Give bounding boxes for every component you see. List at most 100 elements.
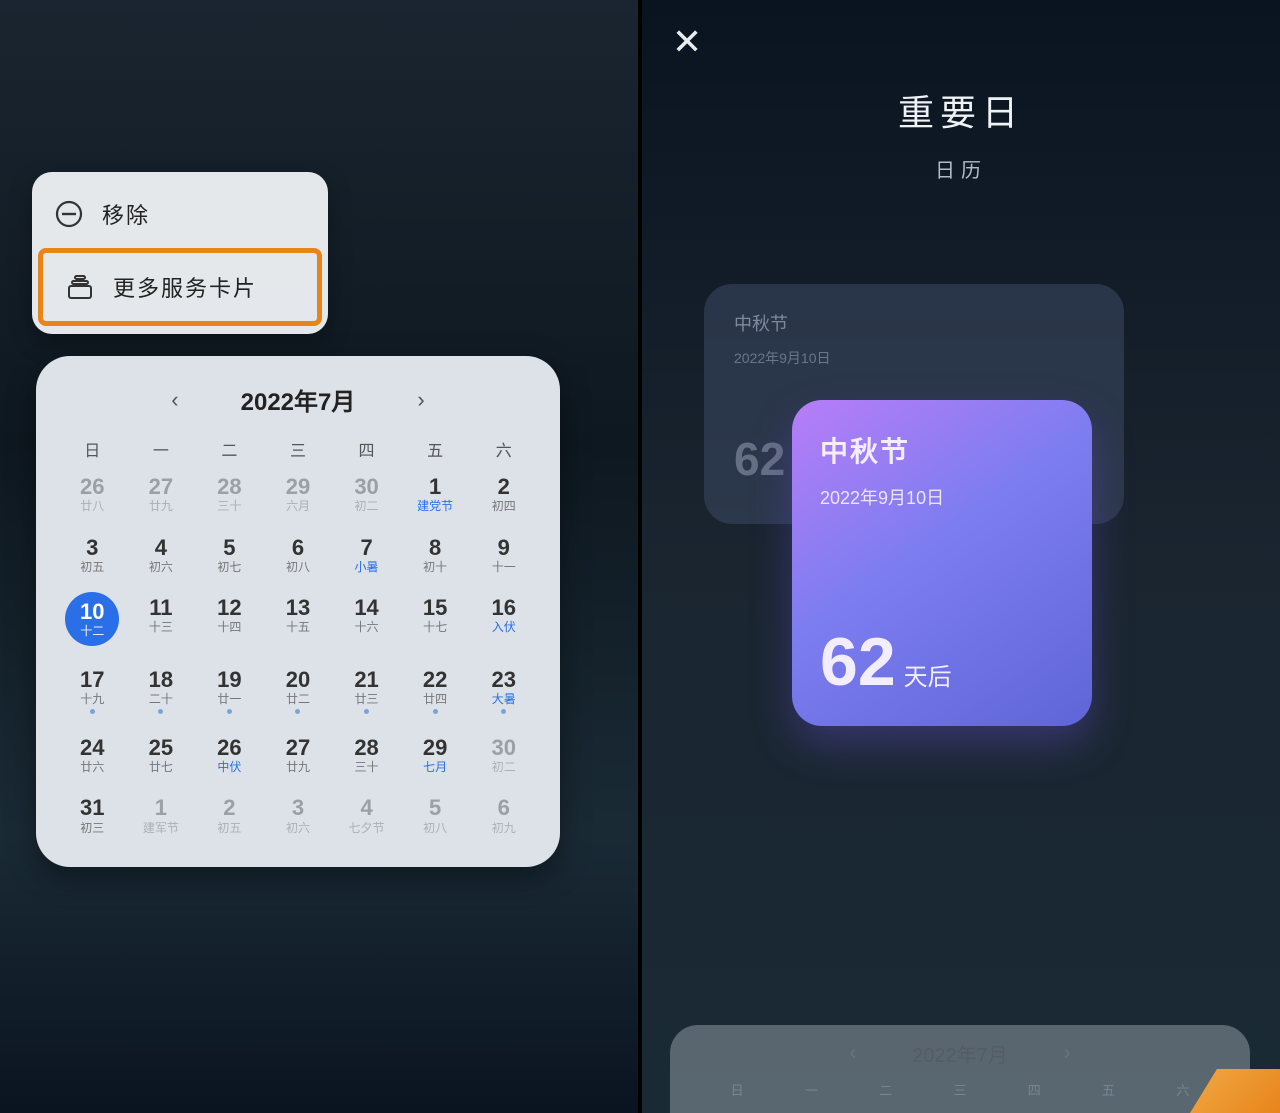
menu-item-remove[interactable]: 移除 bbox=[32, 180, 328, 248]
day-sublabel: 初三 bbox=[58, 821, 127, 835]
day-sublabel: 初五 bbox=[58, 560, 127, 574]
day-number: 29 bbox=[401, 736, 470, 760]
calendar-day[interactable]: 9十一 bbox=[469, 532, 538, 579]
day-sublabel: 七夕节 bbox=[332, 821, 401, 835]
next-month-button[interactable]: › bbox=[407, 383, 434, 417]
countdown-card-front[interactable]: 中秋节 2022年9月10日 62 天后 bbox=[792, 400, 1092, 726]
day-sublabel: 十一 bbox=[469, 560, 538, 574]
calendar-day[interactable]: 17十九 bbox=[58, 664, 127, 718]
day-sublabel: 入伏 bbox=[469, 620, 538, 634]
calendar-day[interactable]: 7小暑 bbox=[332, 532, 401, 579]
calendar-day[interactable]: 4七夕节 bbox=[332, 792, 401, 839]
day-sublabel: 十九 bbox=[58, 692, 127, 706]
calendar-day[interactable]: 4初六 bbox=[127, 532, 196, 579]
day-number: 24 bbox=[58, 736, 127, 760]
calendar-day[interactable]: 6初九 bbox=[469, 792, 538, 839]
day-sublabel: 廿七 bbox=[127, 760, 196, 774]
calendar-day[interactable]: 10十二 bbox=[58, 592, 127, 650]
weekday-label: 四 bbox=[997, 1080, 1071, 1099]
calendar-day[interactable]: 21廿三 bbox=[332, 664, 401, 718]
day-sublabel: 建党节 bbox=[401, 499, 470, 513]
calendar-day[interactable]: 19廿一 bbox=[195, 664, 264, 718]
day-number: 4 bbox=[127, 536, 196, 560]
calendar-day[interactable]: 24廿六 bbox=[58, 732, 127, 779]
day-sublabel: 初二 bbox=[469, 760, 538, 774]
day-number: 14 bbox=[332, 596, 401, 620]
calendar-day[interactable]: 20廿二 bbox=[264, 664, 333, 718]
card-count-row: 62 天后 bbox=[820, 628, 952, 696]
calendar-day[interactable]: 25廿七 bbox=[127, 732, 196, 779]
day-number: 19 bbox=[195, 668, 264, 692]
day-sublabel: 初二 bbox=[332, 499, 401, 513]
next-month-button[interactable]: › bbox=[1064, 1042, 1071, 1065]
calendar-day[interactable]: 16入伏 bbox=[469, 592, 538, 650]
calendar-day[interactable]: 1建军节 bbox=[127, 792, 196, 839]
calendar-day[interactable]: 27廿九 bbox=[264, 732, 333, 779]
prev-month-button[interactable]: ‹ bbox=[161, 383, 188, 417]
menu-item-more-cards[interactable]: 更多服务卡片 bbox=[43, 253, 317, 321]
card-date: 2022年9月10日 bbox=[734, 348, 1094, 368]
event-dot-icon bbox=[295, 709, 300, 714]
calendar-day[interactable]: 30初二 bbox=[332, 471, 401, 518]
calendar-day[interactable]: 23大暑 bbox=[469, 664, 538, 718]
day-number: 23 bbox=[469, 668, 538, 692]
weekday-label: 六 bbox=[469, 437, 538, 461]
calendar-day[interactable]: 29七月 bbox=[401, 732, 470, 779]
card-title: 中秋节 bbox=[820, 430, 1064, 470]
calendar-day[interactable]: 1建党节 bbox=[401, 471, 470, 518]
calendar-header: ‹ 2022年7月 › bbox=[58, 374, 538, 431]
day-number: 28 bbox=[332, 736, 401, 760]
day-sublabel: 廿二 bbox=[264, 692, 333, 706]
weekday-label: 二 bbox=[195, 437, 264, 461]
day-sublabel: 廿九 bbox=[127, 499, 196, 513]
calendar-widget[interactable]: ‹ 2022年7月 › 日一二三四五六 26廿八27廿九28三十29六月30初二… bbox=[36, 356, 560, 867]
calendar-day[interactable]: 13十五 bbox=[264, 592, 333, 650]
calendar-day[interactable]: 22廿四 bbox=[401, 664, 470, 718]
day-sublabel: 廿三 bbox=[332, 692, 401, 706]
event-dot-icon bbox=[158, 709, 163, 714]
calendar-day[interactable]: 5初八 bbox=[401, 792, 470, 839]
calendar-day[interactable]: 3初五 bbox=[58, 532, 127, 579]
card-date: 2022年9月10日 bbox=[820, 484, 1064, 510]
day-number: 5 bbox=[401, 796, 470, 820]
day-sublabel: 初七 bbox=[195, 560, 264, 574]
day-number: 6 bbox=[264, 536, 333, 560]
calendar-day[interactable]: 15十七 bbox=[401, 592, 470, 650]
calendar-day[interactable]: 28三十 bbox=[332, 732, 401, 779]
calendar-day[interactable]: 26中伏 bbox=[195, 732, 264, 779]
calendar-day[interactable]: 14十六 bbox=[332, 592, 401, 650]
close-button[interactable]: ✕ bbox=[666, 18, 708, 66]
day-number: 2 bbox=[195, 796, 264, 820]
calendar-day[interactable]: 11十三 bbox=[127, 592, 196, 650]
day-number: 3 bbox=[264, 796, 333, 820]
calendar-day[interactable]: 26廿八 bbox=[58, 471, 127, 518]
day-number: 30 bbox=[332, 475, 401, 499]
calendar-day[interactable]: 30初二 bbox=[469, 732, 538, 779]
weekday-label: 五 bbox=[1071, 1080, 1145, 1099]
day-number: 31 bbox=[58, 796, 127, 820]
calendar-day[interactable]: 3初六 bbox=[264, 792, 333, 839]
day-sublabel: 三十 bbox=[195, 499, 264, 513]
calendar-day[interactable]: 27廿九 bbox=[127, 471, 196, 518]
calendar-day[interactable]: 29六月 bbox=[264, 471, 333, 518]
calendar-preview-card[interactable]: ‹ 2022年7月 › 日一二三四五六 bbox=[670, 1025, 1250, 1113]
calendar-day[interactable]: 31初三 bbox=[58, 792, 127, 839]
calendar-day[interactable]: 12十四 bbox=[195, 592, 264, 650]
day-sublabel: 十二 bbox=[80, 624, 104, 638]
calendar-day[interactable]: 8初十 bbox=[401, 532, 470, 579]
day-sublabel: 十五 bbox=[264, 620, 333, 634]
weekday-label: 一 bbox=[127, 437, 196, 461]
calendar-day[interactable]: 2初五 bbox=[195, 792, 264, 839]
menu-item-label: 移除 bbox=[102, 198, 150, 230]
day-sublabel: 二十 bbox=[127, 692, 196, 706]
calendar-day[interactable]: 6初八 bbox=[264, 532, 333, 579]
prev-month-button[interactable]: ‹ bbox=[850, 1042, 857, 1065]
calendar-day[interactable]: 18二十 bbox=[127, 664, 196, 718]
calendar-day[interactable]: 28三十 bbox=[195, 471, 264, 518]
calendar-day[interactable]: 5初七 bbox=[195, 532, 264, 579]
day-sublabel: 初十 bbox=[401, 560, 470, 574]
highlight-box: 更多服务卡片 bbox=[38, 248, 322, 326]
close-icon: ✕ bbox=[672, 21, 702, 62]
calendar-day[interactable]: 2初四 bbox=[469, 471, 538, 518]
event-dot-icon bbox=[433, 709, 438, 714]
